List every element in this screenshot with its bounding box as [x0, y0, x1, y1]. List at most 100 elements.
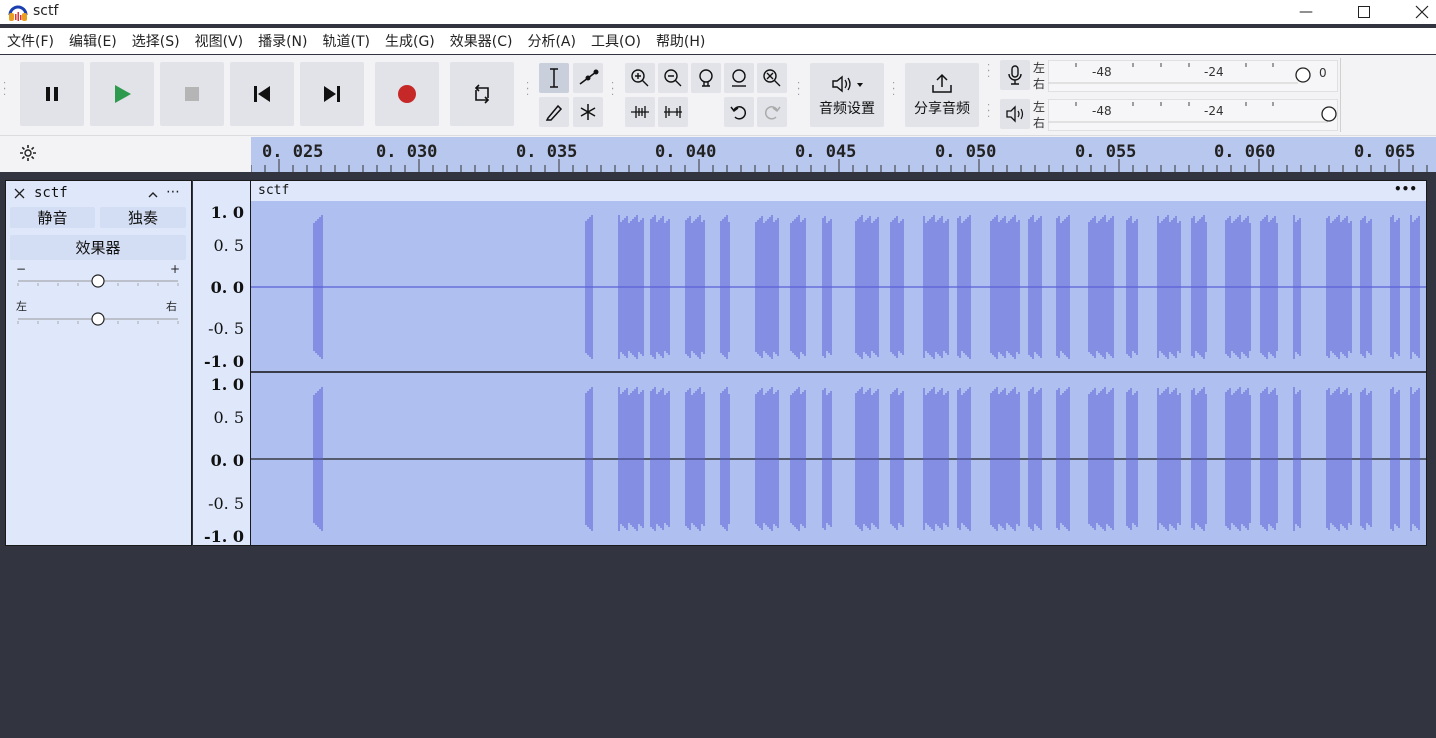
silence-audio-icon [664, 106, 682, 118]
collapse-track-button[interactable] [146, 187, 160, 201]
playback-meter-right-label: 右 [1033, 116, 1046, 130]
skip-to-end-icon [324, 86, 340, 102]
record-meter-tick-minus48: -48 [1092, 65, 1112, 79]
silence-selection-button[interactable] [658, 97, 688, 127]
menu-select[interactable]: 选择(S) [125, 31, 188, 51]
toolbar-grip-icon[interactable]: ⁚ ⁚ [611, 82, 617, 98]
playback-meter-tick-minus48: -48 [1092, 104, 1112, 118]
asterisk-icon [580, 104, 596, 120]
track-name[interactable]: sctf [34, 185, 68, 201]
ruler-tick-label: 0. 025 [262, 142, 324, 162]
menu-file[interactable]: 文件(F) [0, 31, 62, 51]
timeline-settings-button[interactable] [12, 140, 44, 166]
zoom-toggle-icon [763, 69, 781, 87]
close-window-button[interactable] [1399, 0, 1436, 24]
record-level-slider-knob-icon[interactable] [1294, 66, 1312, 84]
audio-setup-label: 音频设置 [819, 101, 875, 117]
skip-to-start-button[interactable] [230, 62, 294, 126]
zoom-in-button[interactable] [625, 63, 655, 93]
zoom-toggle-button[interactable] [757, 63, 787, 93]
title-bar [0, 0, 1436, 24]
y-tick-label: -1. 0 [203, 352, 244, 371]
loop-icon [474, 84, 490, 104]
playback-meter-button[interactable] [1000, 99, 1030, 129]
y-tick-label: 0. 0 [210, 278, 244, 297]
playback-meter-tick-minus24: -24 [1204, 104, 1224, 118]
close-track-button[interactable] [12, 185, 26, 201]
menu-effect[interactable]: 效果器(C) [443, 31, 521, 51]
undo-icon [730, 106, 747, 120]
pan-slider[interactable] [10, 310, 186, 328]
ruler-tick-label: 0. 030 [376, 142, 438, 162]
y-tick-label: 0. 0 [210, 451, 244, 470]
record-button[interactable] [375, 62, 439, 126]
zoom-in-icon [631, 69, 649, 87]
pause-button[interactable] [20, 62, 84, 126]
share-audio-button[interactable]: 分享音频 [905, 63, 979, 127]
undo-button[interactable] [724, 97, 754, 127]
toolbar-divider [1340, 58, 1341, 132]
ruler-tick-label: 0. 035 [516, 142, 578, 162]
y-tick-label: 0. 5 [213, 236, 244, 255]
skip-to-end-button[interactable] [300, 62, 364, 126]
toolbar-grip-icon[interactable]: ⁚ ⁚ [987, 104, 993, 120]
stop-icon [185, 87, 199, 101]
toolbar-grip-icon[interactable]: ⁚ ⁚ [3, 82, 9, 98]
record-meter-button[interactable] [1000, 60, 1030, 90]
trim-outside-button[interactable] [625, 97, 655, 127]
mute-button[interactable]: 静音 [10, 207, 95, 228]
waveform-display[interactable] [251, 201, 1426, 545]
multi-tool-button[interactable] [573, 97, 603, 127]
clip-header[interactable] [251, 181, 1426, 201]
maximize-button[interactable] [1341, 0, 1387, 24]
toolbar-grip-icon[interactable]: ⁚ ⁚ [526, 82, 532, 98]
play-button[interactable] [90, 62, 154, 126]
menu-edit[interactable]: 编辑(E) [62, 31, 125, 51]
selection-tool-button[interactable] [539, 63, 569, 93]
envelope-tool-button[interactable] [573, 63, 603, 93]
stop-button[interactable] [160, 62, 224, 126]
menu-tracks[interactable]: 轨道(T) [316, 31, 378, 51]
pan-slider-knob[interactable] [91, 312, 105, 326]
ruler-tick-label: 0. 055 [1075, 142, 1137, 162]
record-meter-right-label: 右 [1033, 77, 1046, 91]
track-menu-icon[interactable]: ⋯ [166, 184, 180, 200]
toolbar-grip-icon[interactable]: ⁚ ⁚ [797, 82, 803, 98]
redo-icon [764, 106, 781, 120]
audio-setup-button[interactable]: 音频设置 [810, 63, 884, 127]
menu-view[interactable]: 视图(V) [188, 31, 252, 51]
menu-transport[interactable]: 播录(N) [251, 31, 315, 51]
draw-tool-button[interactable] [539, 97, 569, 127]
gain-slider-knob[interactable] [91, 274, 105, 288]
toolbar-grip-icon[interactable]: ⁚ ⁚ [987, 64, 993, 80]
clip-name: sctf [258, 183, 290, 198]
play-icon [115, 85, 131, 103]
gear-icon [20, 145, 36, 161]
y-tick-label: 1. 0 [210, 203, 244, 222]
fit-project-button[interactable] [724, 63, 754, 93]
gain-slider[interactable] [10, 272, 186, 290]
trim-audio-icon [631, 106, 649, 118]
clip-menu-button[interactable]: ••• [1394, 182, 1417, 196]
zoom-out-button[interactable] [658, 63, 688, 93]
fit-selection-button[interactable] [691, 63, 721, 93]
effects-button[interactable]: 效果器 [10, 235, 186, 260]
pencil-icon [545, 104, 563, 121]
menu-help[interactable]: 帮助(H) [649, 31, 713, 51]
y-tick-label: 1. 0 [210, 375, 244, 394]
pause-icon [46, 87, 58, 101]
loop-button[interactable] [450, 62, 514, 126]
menu-analyze[interactable]: 分析(A) [520, 31, 584, 51]
toolbar-grip-icon[interactable]: ⁚ ⁚ [892, 82, 898, 98]
zoom-out-icon [664, 69, 682, 87]
menu-generate[interactable]: 生成(G) [378, 31, 443, 51]
ruler-tick-label: 0. 065 [1354, 142, 1416, 162]
playback-level-slider-knob-icon[interactable] [1320, 105, 1338, 123]
solo-button[interactable]: 独奏 [100, 207, 186, 228]
speaker-dropdown-icon [832, 75, 863, 93]
playback-meter-left-label: 左 [1033, 100, 1046, 114]
menu-tools[interactable]: 工具(O) [584, 31, 649, 51]
redo-button[interactable] [757, 97, 787, 127]
skip-to-start-icon [254, 86, 270, 102]
minimize-button[interactable]: — [1283, 0, 1329, 24]
